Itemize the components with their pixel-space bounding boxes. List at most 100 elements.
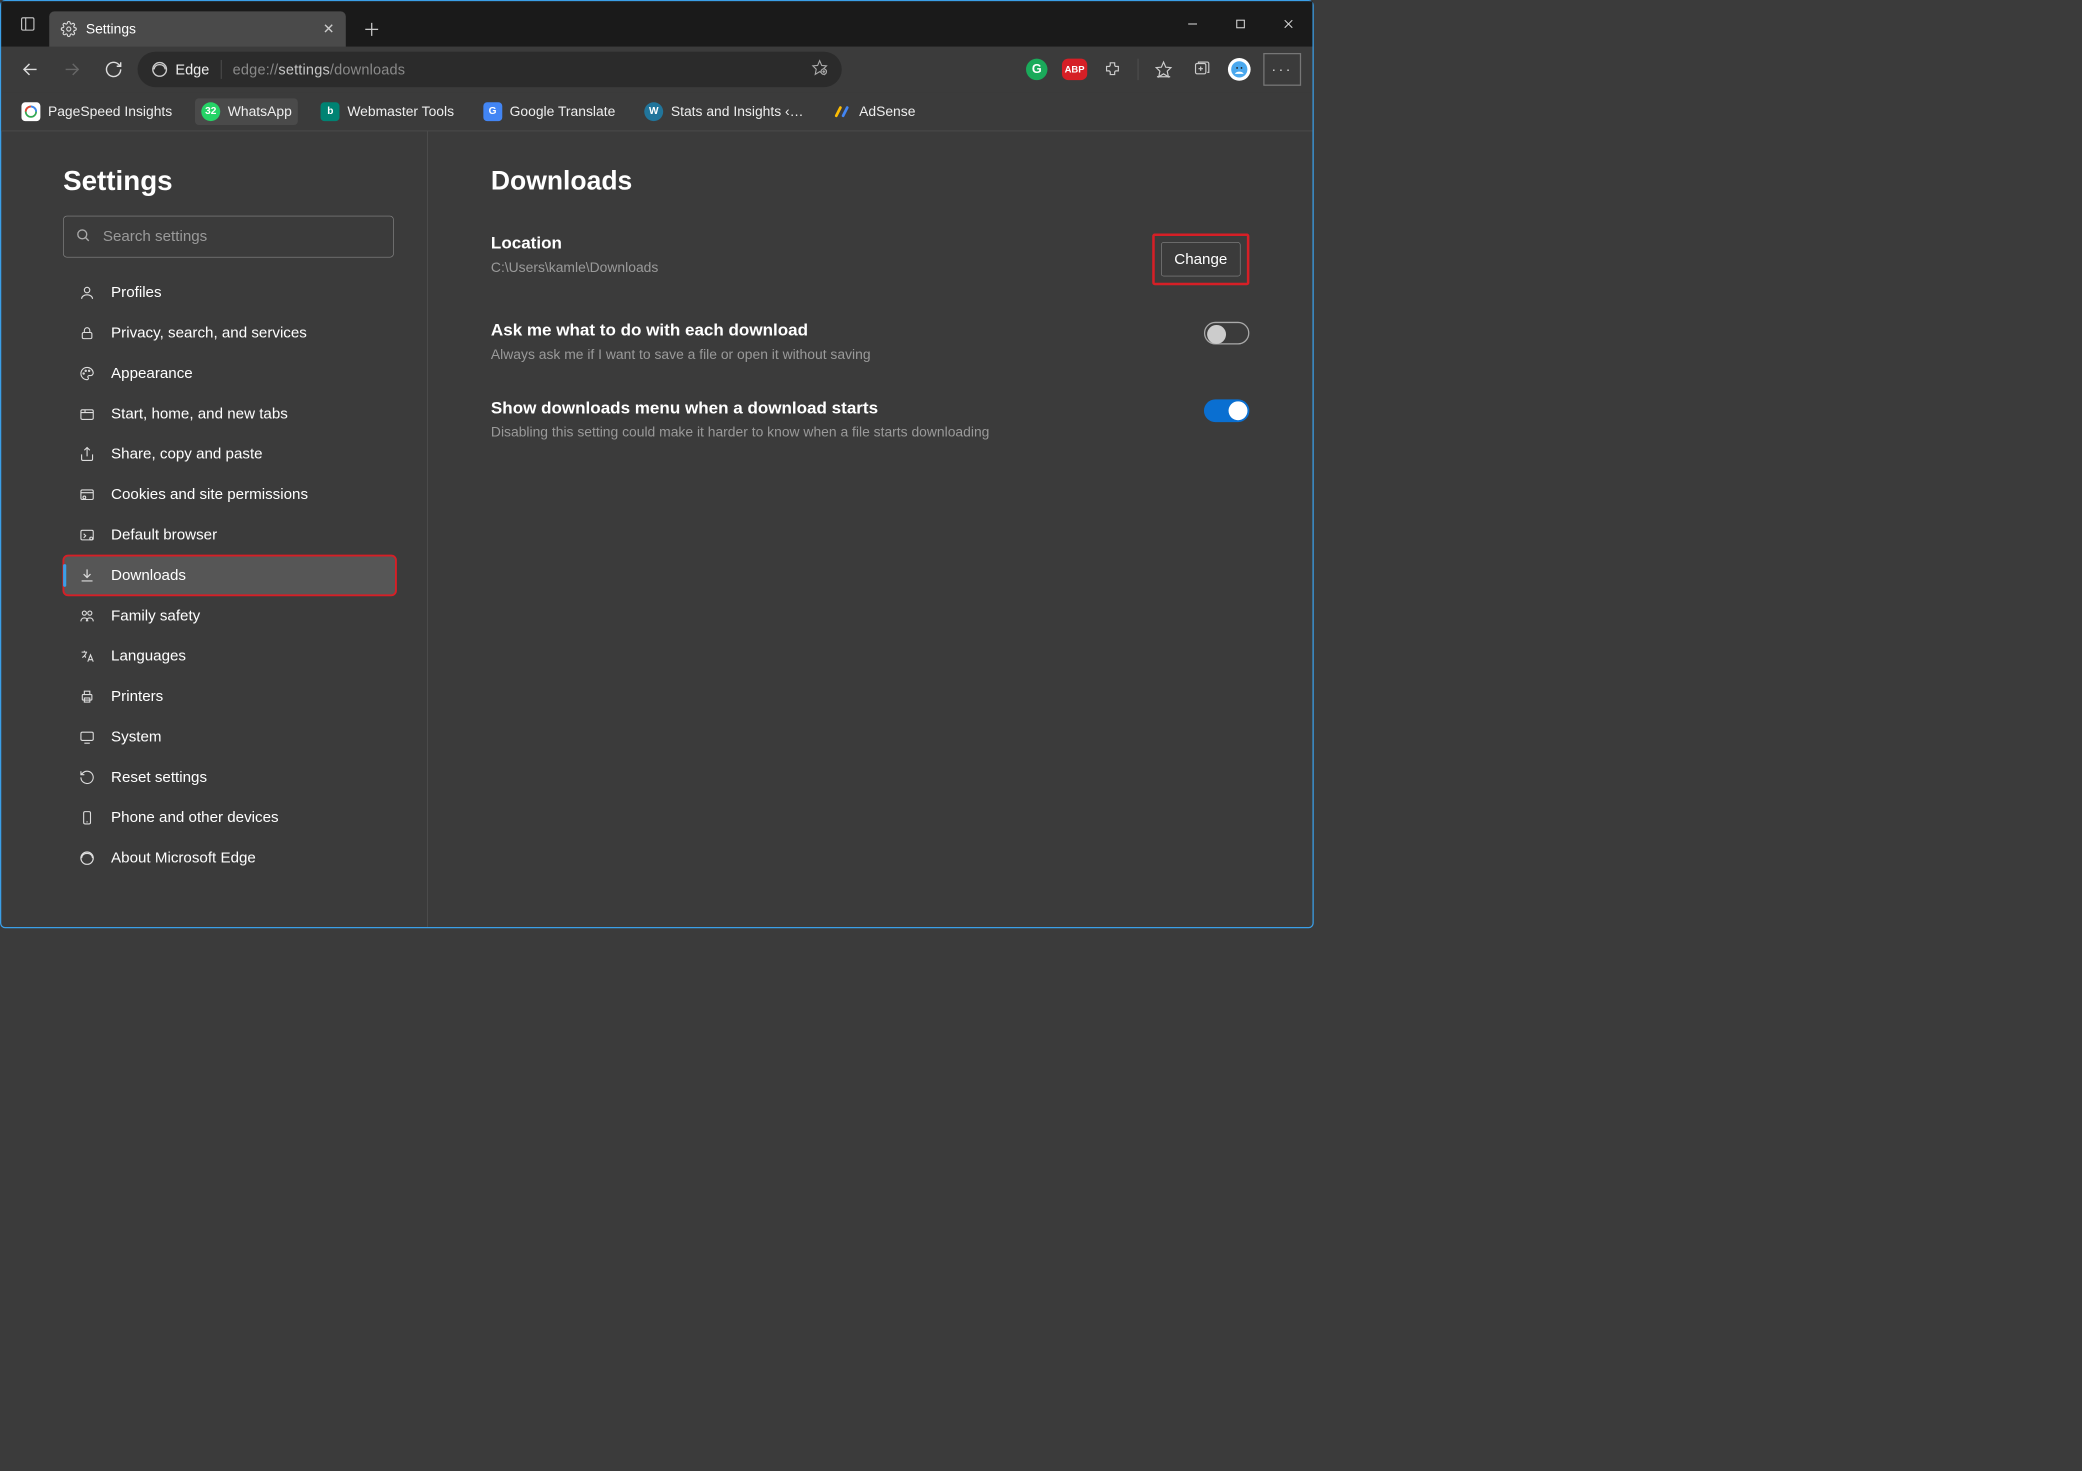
adsense-icon [833,102,852,121]
toolbar: Edge edge://settings/downloads G ABP ··· [1,47,1312,92]
nav-start[interactable]: Start, home, and new tabs [63,394,396,434]
main: Settings Profiles Privacy, search, and s… [1,131,1312,927]
extensions-icon[interactable] [1095,52,1130,87]
browser-icon [78,526,96,544]
cookie-icon [78,486,96,504]
nav-label: Start, home, and new tabs [111,405,288,423]
nav-label: Reset settings [111,769,207,787]
titlebar: Settings ✕ ＋ [1,1,1312,46]
nav-about[interactable]: About Microsoft Edge [63,838,396,878]
location-title: Location [491,233,1152,253]
grammarly-ext-icon[interactable]: G [1019,52,1054,87]
nav-profiles[interactable]: Profiles [63,273,396,313]
bookmark-label: WhatsApp [228,103,292,119]
favorites-button[interactable] [1146,52,1181,87]
setting-ask-each-download: Ask me what to do with each download Alw… [491,321,1249,363]
nav-label: Share, copy and paste [111,445,263,463]
separator [1138,59,1139,80]
setting-show-downloads-menu: Show downloads menu when a download star… [491,398,1249,440]
nav-appearance[interactable]: Appearance [63,353,396,393]
toolbar-right: G ABP ··· [1019,52,1301,87]
avatar-icon [1228,58,1251,81]
sidebar-heading: Settings [63,165,427,197]
bookmark-pagespeed[interactable]: PageSpeed Insights [15,98,178,125]
new-tab-button[interactable]: ＋ [357,15,386,44]
bookmark-label: AdSense [859,103,915,119]
nav-label: System [111,728,161,746]
favorite-star-icon[interactable] [811,59,827,79]
ask-sub: Always ask me if I want to save a file o… [491,346,1204,362]
url-text: edge://settings/downloads [233,61,800,78]
bookmark-wordpress[interactable]: W Stats and Insights ‹… [638,98,810,125]
search-icon [75,227,91,247]
nav-reset[interactable]: Reset settings [63,757,396,797]
nav-family[interactable]: Family safety [63,596,396,636]
change-button[interactable]: Change [1161,242,1241,276]
settings-nav: Profiles Privacy, search, and services A… [63,273,427,879]
nav-downloads[interactable]: Downloads [63,555,396,595]
brand-label: Edge [175,61,209,78]
bookmark-label: Google Translate [510,103,616,119]
bing-icon: b [321,102,340,121]
monitor-icon [78,728,96,746]
nav-printers[interactable]: Printers [63,676,396,716]
ask-toggle[interactable] [1204,322,1249,345]
tab-title: Settings [86,21,314,37]
pagespeed-icon [21,102,40,121]
show-menu-toggle[interactable] [1204,399,1249,422]
translate-icon: G [483,102,502,121]
adblock-ext-icon[interactable]: ABP [1057,52,1092,87]
page-title: Downloads [491,165,1249,195]
nav-label: Default browser [111,526,217,544]
nav-label: Phone and other devices [111,809,279,827]
tab-actions-button[interactable] [10,6,45,41]
nav-label: Printers [111,688,163,706]
nav-label: About Microsoft Edge [111,849,256,867]
setting-location: Location C:\Users\kamle\Downloads Change [491,233,1249,285]
nav-cookies[interactable]: Cookies and site permissions [63,475,396,515]
ellipsis-icon: ··· [1271,61,1292,77]
close-tab-icon[interactable]: ✕ [323,21,335,37]
back-button[interactable] [13,52,48,87]
bookmark-translate[interactable]: G Google Translate [477,98,622,125]
nav-default-browser[interactable]: Default browser [63,515,396,555]
collections-button[interactable] [1184,52,1219,87]
nav-label: Profiles [111,284,161,302]
favorites-bar: PageSpeed Insights 32 WhatsApp b Webmast… [1,92,1312,131]
nav-phone[interactable]: Phone and other devices [63,798,396,838]
profile-icon [78,284,96,302]
change-button-highlight: Change [1152,233,1249,285]
window-close-button[interactable] [1265,6,1313,41]
forward-button[interactable] [54,52,89,87]
refresh-button[interactable] [96,52,131,87]
nav-label: Downloads [111,567,186,585]
bookmark-webmaster[interactable]: b Webmaster Tools [315,98,461,125]
nav-label: Family safety [111,607,200,625]
phone-icon [78,809,96,827]
show-menu-sub: Disabling this setting could make it har… [491,424,1204,440]
addressbar[interactable]: Edge edge://settings/downloads [138,52,842,87]
minimize-button[interactable] [1169,6,1217,41]
nav-share[interactable]: Share, copy and paste [63,434,396,474]
settings-search-input[interactable] [103,228,382,246]
nav-label: Appearance [111,365,193,383]
app-menu-button[interactable]: ··· [1263,53,1301,86]
maximize-button[interactable] [1217,6,1265,41]
edge-logo-icon [78,849,96,867]
site-identity[interactable]: Edge [151,61,209,78]
bookmark-whatsapp[interactable]: 32 WhatsApp [195,98,298,125]
tab-settings[interactable]: Settings ✕ [49,11,346,46]
bookmark-adsense[interactable]: AdSense [826,98,921,125]
settings-search[interactable] [63,216,394,258]
reset-icon [78,769,96,787]
nav-privacy[interactable]: Privacy, search, and services [63,313,396,353]
nav-languages[interactable]: Languages [63,636,396,676]
download-icon [78,567,96,585]
nav-system[interactable]: System [63,717,396,757]
printer-icon [78,688,96,706]
bookmark-label: Webmaster Tools [347,103,454,119]
profile-avatar[interactable] [1222,52,1257,87]
divider [221,60,222,79]
wordpress-icon: W [644,102,663,121]
tabs-icon [78,405,96,423]
